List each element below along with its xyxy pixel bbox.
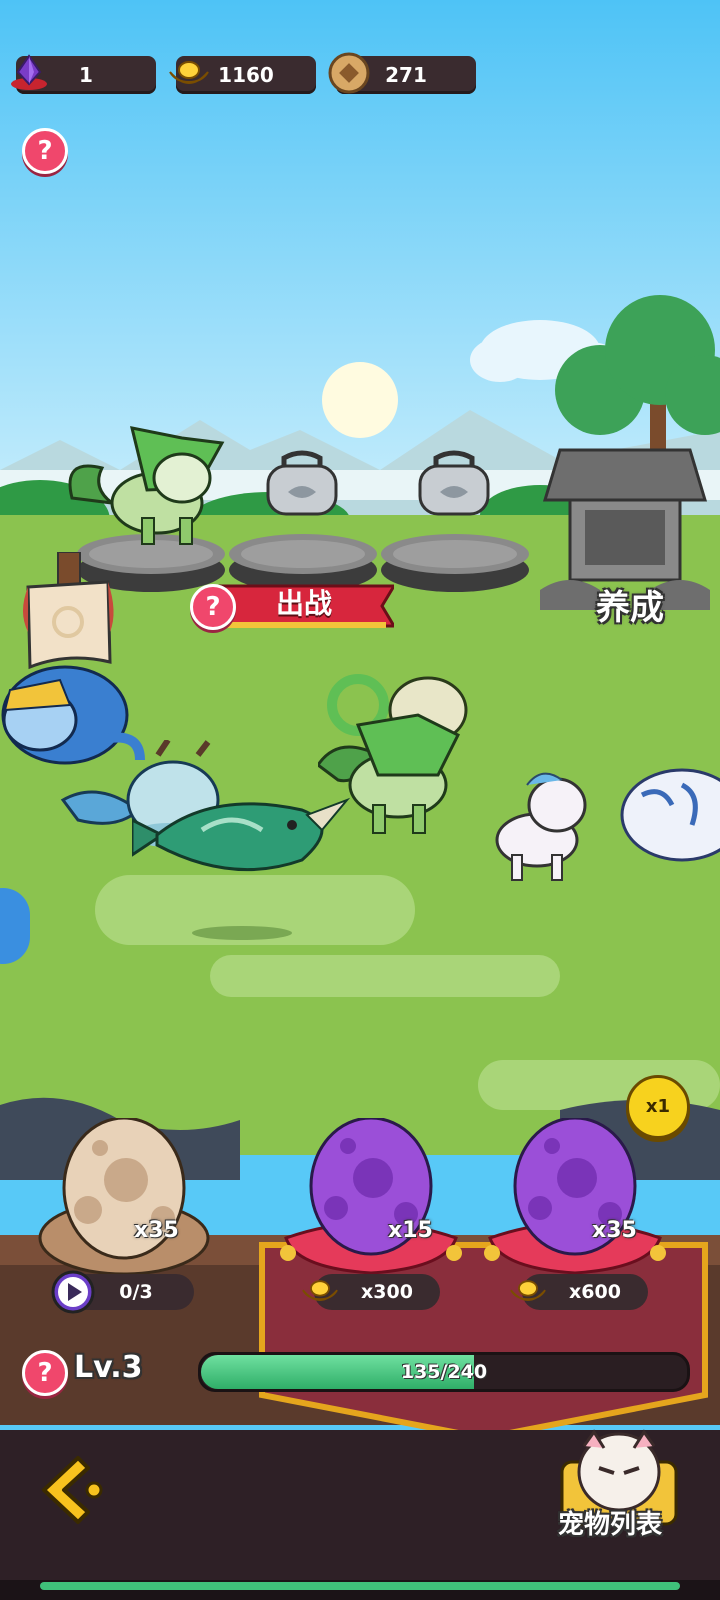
copper-coin-icon xyxy=(328,52,370,94)
white-horse-pet[interactable] xyxy=(482,765,592,885)
green-fox-pet[interactable] xyxy=(62,418,232,548)
multiplier-value: x1 xyxy=(645,1096,671,1117)
egg-price-1: x300 xyxy=(361,1281,413,1303)
egg-price-2: x600 xyxy=(569,1281,621,1303)
gold-ingot-icon xyxy=(510,1280,546,1301)
xp-bar: 135/240 xyxy=(198,1352,690,1392)
help-button-level[interactable]: ? xyxy=(22,1350,68,1396)
gold-ingot-icon xyxy=(169,61,209,84)
lock-icon xyxy=(266,450,338,516)
pet-list-label[interactable]: 宠物列表 xyxy=(558,1504,662,1541)
level-label: Lv.3 xyxy=(74,1350,143,1385)
egg-count-common: x35 xyxy=(134,1218,179,1243)
crystal-value: 1 xyxy=(79,63,93,87)
purple-egg-icon xyxy=(280,1118,462,1275)
pet-shadow xyxy=(192,926,292,940)
battle-banner-label: 出战 xyxy=(275,587,332,620)
nest-icon xyxy=(38,1118,210,1276)
xp-text: 135/240 xyxy=(400,1361,488,1383)
gold-ingot-icon xyxy=(302,1280,338,1301)
help-button-top[interactable]: ? xyxy=(22,128,68,174)
egg-count-purple-1: x15 xyxy=(388,1218,433,1243)
help-button-battle[interactable]: ? xyxy=(190,584,236,630)
game-scene: 1 1160 271 ? 出战 ? 养成 x1 x35 0/3 x15 x300… xyxy=(0,0,720,1600)
play-video-icon[interactable] xyxy=(50,1269,96,1315)
egg-count-purple-2: x35 xyxy=(592,1218,637,1243)
gold-value: 1160 xyxy=(218,63,274,87)
ad-progress-value: 0/3 xyxy=(119,1281,153,1303)
nurture-label[interactable]: 养成 xyxy=(596,580,664,629)
green-fox-pet-field[interactable] xyxy=(318,655,478,835)
battle-slot-3[interactable] xyxy=(380,532,530,594)
back-arrow-icon[interactable] xyxy=(30,1450,110,1530)
purple-crystal-icon xyxy=(11,54,47,90)
white-tiger-pet[interactable] xyxy=(612,755,720,865)
lock-icon xyxy=(418,450,490,516)
coin-value: 271 xyxy=(385,63,427,87)
purple-egg-icon xyxy=(484,1118,666,1275)
